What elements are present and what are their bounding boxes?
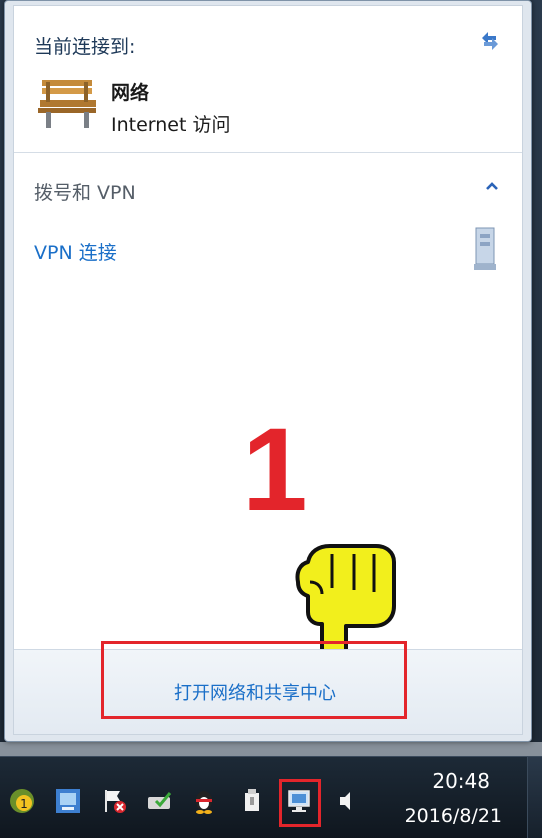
open-network-sharing-center-link[interactable]: 打开网络和共享中心 <box>105 679 405 705</box>
section-divider <box>14 152 522 153</box>
qq-penguin-icon[interactable] <box>190 787 218 815</box>
vpn-connection-link[interactable]: VPN 连接 <box>34 238 117 265</box>
vpn-connection-icon <box>474 227 496 270</box>
current-connection-header: 当前连接到: <box>34 36 136 58</box>
show-desktop-button[interactable] <box>527 757 542 838</box>
network-flyout: 当前连接到: 网络 Internet 访问 拨号和 VPN VPN 连接 1 打… <box>4 0 532 742</box>
usb-device-icon[interactable] <box>238 787 266 815</box>
chevron-up-icon[interactable] <box>484 178 500 194</box>
background-window-strip <box>0 742 542 756</box>
screen: 当前连接到: 网络 Internet 访问 拨号和 VPN VPN 连接 1 打… <box>0 0 542 838</box>
notification-badge-icon[interactable]: 1 <box>8 787 36 815</box>
svg-text:1: 1 <box>20 797 28 811</box>
refresh-icon[interactable] <box>476 26 504 54</box>
clock-time[interactable]: 20:48 <box>432 769 490 793</box>
network-name: 网络 <box>111 82 150 104</box>
network-flyout-panel: 当前连接到: 网络 Internet 访问 拨号和 VPN VPN 连接 1 <box>13 5 523 735</box>
storage-check-icon[interactable] <box>146 787 174 815</box>
network-icon[interactable] <box>286 787 314 815</box>
network-access-status: Internet 访问 <box>111 114 231 136</box>
public-network-bench-icon <box>38 80 96 128</box>
volume-icon[interactable] <box>334 787 362 815</box>
taskbar: 1 20:48 2016/8/21 <box>0 756 542 838</box>
clock-date[interactable]: 2016/8/21 <box>405 805 502 827</box>
action-center-flag-icon[interactable] <box>100 787 128 815</box>
step-number-annotation: 1 <box>242 404 308 536</box>
dialup-vpn-header: 拨号和 VPN <box>34 182 136 204</box>
monitor-app-icon[interactable] <box>54 787 82 815</box>
